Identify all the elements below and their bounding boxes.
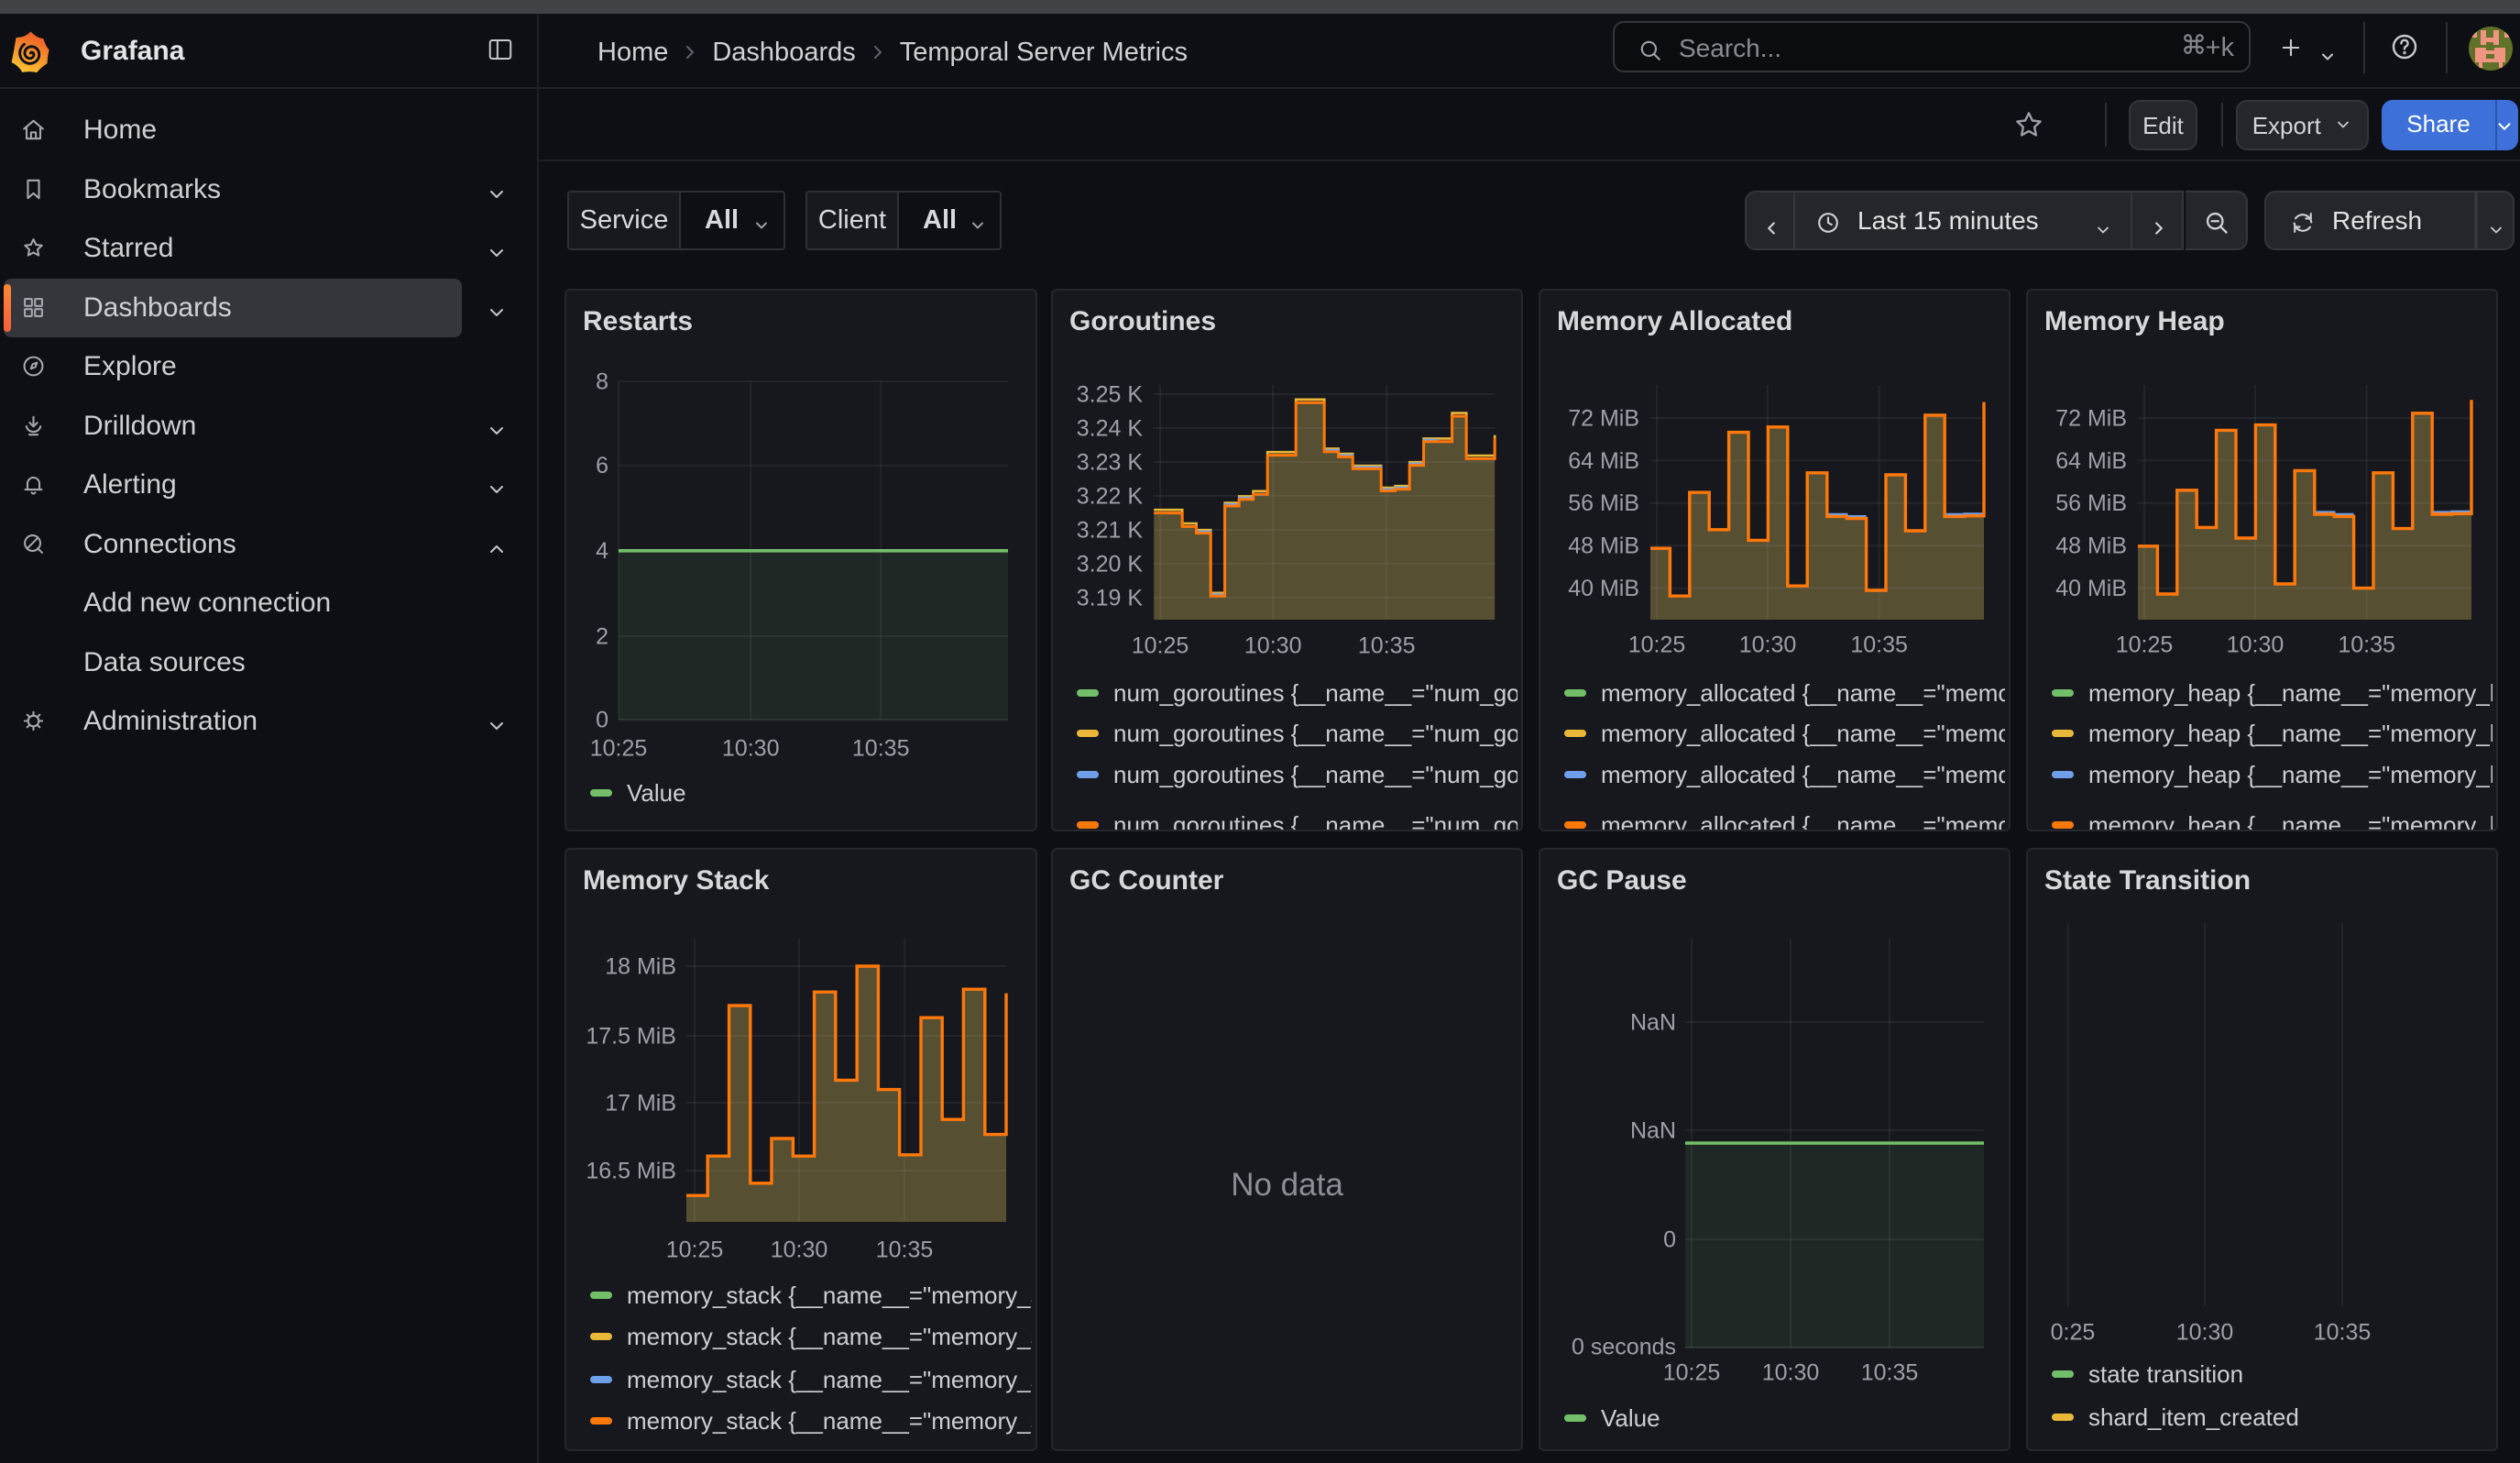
- svg-text:10:25: 10:25: [666, 1237, 724, 1262]
- svg-text:10:35: 10:35: [852, 735, 910, 761]
- svg-text:10:35: 10:35: [2338, 632, 2395, 657]
- svg-text:72 MiB: 72 MiB: [1568, 405, 1639, 431]
- svg-text:56 MiB: 56 MiB: [2055, 490, 2127, 516]
- svg-text:16.5 MiB: 16.5 MiB: [586, 1158, 676, 1183]
- svg-text:3.22 K: 3.22 K: [1077, 483, 1144, 509]
- svg-text:6: 6: [596, 453, 608, 478]
- svg-text:10:25: 10:25: [1628, 632, 1686, 657]
- svg-text:10:30: 10:30: [2227, 632, 2284, 657]
- svg-text:48 MiB: 48 MiB: [2055, 534, 2127, 559]
- svg-text:40 MiB: 40 MiB: [1568, 576, 1639, 601]
- svg-text:3.20 K: 3.20 K: [1077, 551, 1144, 577]
- svg-text:10:35: 10:35: [1861, 1359, 1919, 1385]
- svg-text:64 MiB: 64 MiB: [2055, 448, 2127, 474]
- svg-text:10:25: 10:25: [2116, 632, 2174, 657]
- svg-text:56 MiB: 56 MiB: [1568, 490, 1639, 516]
- svg-text:10:30: 10:30: [722, 735, 780, 761]
- svg-text:10:35: 10:35: [876, 1237, 934, 1262]
- svg-text:0:25: 0:25: [2051, 1319, 2096, 1345]
- svg-text:72 MiB: 72 MiB: [2055, 405, 2127, 431]
- svg-text:2: 2: [596, 623, 608, 649]
- svg-text:10:25: 10:25: [1132, 632, 1189, 658]
- svg-text:8: 8: [596, 368, 608, 394]
- svg-text:10:25: 10:25: [1663, 1359, 1721, 1385]
- svg-text:3.24 K: 3.24 K: [1077, 415, 1144, 441]
- svg-text:3.21 K: 3.21 K: [1077, 517, 1144, 543]
- svg-text:NaN: NaN: [1630, 1009, 1676, 1035]
- svg-text:10:30: 10:30: [1244, 632, 1302, 658]
- svg-text:17.5 MiB: 17.5 MiB: [586, 1023, 676, 1049]
- svg-text:4: 4: [596, 538, 608, 564]
- svg-text:0: 0: [596, 708, 608, 733]
- svg-text:10:30: 10:30: [2176, 1319, 2234, 1345]
- svg-text:3.23 K: 3.23 K: [1077, 449, 1144, 475]
- svg-text:64 MiB: 64 MiB: [1568, 448, 1639, 474]
- svg-text:0: 0: [1663, 1226, 1676, 1252]
- svg-text:10:30: 10:30: [1762, 1359, 1820, 1385]
- svg-text:0 seconds: 0 seconds: [1572, 1334, 1676, 1359]
- svg-text:18 MiB: 18 MiB: [605, 953, 676, 979]
- svg-text:10:35: 10:35: [2314, 1319, 2372, 1345]
- svg-text:10:25: 10:25: [590, 735, 648, 761]
- svg-text:48 MiB: 48 MiB: [1568, 534, 1639, 559]
- svg-text:40 MiB: 40 MiB: [2055, 576, 2127, 601]
- svg-text:10:30: 10:30: [771, 1237, 828, 1262]
- svg-text:10:35: 10:35: [1850, 632, 1908, 657]
- svg-text:10:35: 10:35: [1358, 632, 1416, 658]
- svg-text:NaN: NaN: [1630, 1117, 1676, 1143]
- svg-text:17 MiB: 17 MiB: [605, 1090, 676, 1116]
- svg-text:3.19 K: 3.19 K: [1077, 585, 1144, 610]
- svg-text:3.25 K: 3.25 K: [1077, 381, 1144, 407]
- svg-text:10:30: 10:30: [1739, 632, 1797, 657]
